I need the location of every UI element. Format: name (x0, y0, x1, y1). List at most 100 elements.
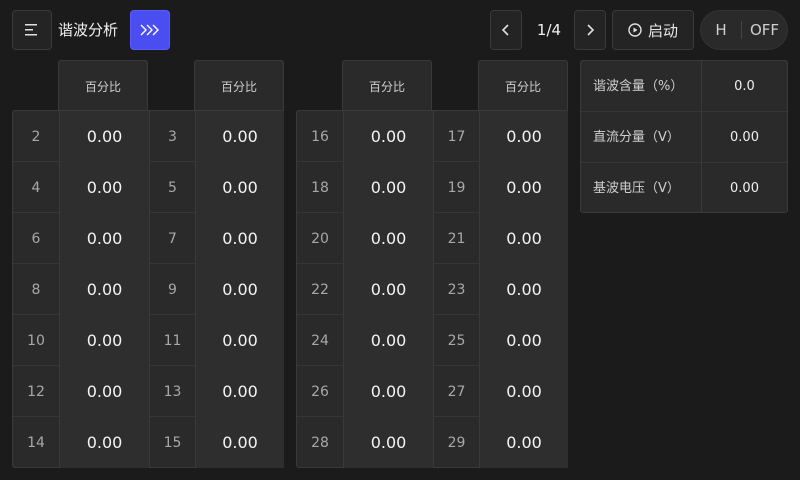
harmonic-percent-value: 0.00 (480, 162, 568, 213)
harmonic-order: 14 (27, 434, 45, 451)
table-row: 8 0.00 9 0.00 (13, 264, 284, 315)
table-row: 14 0.00 15 0.00 (13, 417, 284, 468)
harmonic-percent-value: 0.00 (60, 264, 149, 315)
harmonic-percent-value: 0.00 (480, 417, 568, 468)
summary-row: 谐波含量（%） 0.0 (581, 61, 787, 112)
harmonic-order: 21 (447, 230, 466, 247)
harmonic-order: 16 (311, 128, 329, 145)
table-row: 10 0.00 11 0.00 (13, 315, 284, 366)
harmonic-order: 2 (31, 128, 41, 145)
harmonic-order: 7 (168, 230, 177, 247)
harmonic-percent-value: 0.00 (60, 417, 149, 468)
harmonic-order: 11 (163, 332, 182, 349)
chevron-right-icon (587, 24, 594, 36)
harmonic-percent-value: 0.00 (480, 366, 568, 417)
next-page-button[interactable] (574, 10, 606, 50)
harmonic-order: 6 (31, 230, 41, 247)
harmonic-table-right: 16 0.00 17 0.00 18 0.00 19 0.00 20 0.00 21 0.00 22 0.… (296, 110, 568, 468)
summary-row: 基波电压（V） 0.00 (581, 163, 787, 214)
harmonic-order: 27 (447, 383, 466, 400)
table-row: 24 0.00 25 0.00 (297, 315, 568, 366)
harmonic-percent-value: 0.00 (196, 162, 284, 213)
toggle-right-label: OFF (749, 21, 780, 39)
table-row: 20 0.00 21 0.00 (297, 213, 568, 264)
table-row: 22 0.00 23 0.00 (297, 264, 568, 315)
menu-button[interactable] (12, 10, 52, 50)
page-title: 谐波分析 (58, 21, 119, 39)
h-off-toggle[interactable]: H OFF (700, 10, 788, 50)
column-header-percent: 百分比 (58, 60, 148, 111)
toggle-left-label: H (715, 21, 727, 39)
harmonic-percent-value: 0.00 (60, 111, 149, 162)
table-row: 6 0.00 7 0.00 (13, 213, 284, 264)
harmonic-order: 23 (447, 281, 466, 298)
harmonic-order: 25 (447, 332, 466, 349)
harmonic-order: 19 (447, 179, 466, 196)
harmonic-percent-value: 0.00 (480, 264, 568, 315)
summary-row: 直流分量（V） 0.00 (581, 112, 787, 163)
table-row: 28 0.00 29 0.00 (297, 417, 568, 468)
harmonic-percent-value: 0.00 (344, 264, 433, 315)
harmonic-order: 22 (311, 281, 329, 298)
harmonic-percent-value: 0.00 (344, 315, 433, 366)
summary-value: 0.0 (734, 79, 755, 94)
summary-label: 基波电压（V） (593, 181, 680, 196)
harmonic-percent-value: 0.00 (344, 417, 433, 468)
play-circle-icon (628, 23, 642, 37)
page-indicator: 1/4 (536, 21, 562, 39)
harmonic-order: 17 (447, 128, 466, 145)
harmonic-order: 10 (27, 332, 45, 349)
harmonic-order: 29 (447, 434, 466, 451)
harmonic-percent-value: 0.00 (196, 366, 284, 417)
harmonic-percent-value: 0.00 (196, 417, 284, 468)
harmonic-order: 12 (27, 383, 45, 400)
table-row: 26 0.00 27 0.00 (297, 366, 568, 417)
menu-icon (25, 24, 37, 36)
harmonic-order: 13 (163, 383, 182, 400)
harmonic-order: 20 (311, 230, 329, 247)
harmonic-order: 24 (311, 332, 329, 349)
prev-page-button[interactable] (490, 10, 522, 50)
harmonic-percent-value: 0.00 (196, 264, 284, 315)
summary-label: 谐波含量（%） (593, 79, 684, 94)
harmonic-percent-value: 0.00 (344, 162, 433, 213)
triple-chevron-right-icon (140, 24, 159, 36)
harmonic-order: 15 (163, 434, 182, 451)
harmonic-percent-value: 0.00 (480, 213, 568, 264)
harmonic-percent-value: 0.00 (344, 366, 433, 417)
harmonic-order: 26 (311, 383, 329, 400)
table-row: 4 0.00 5 0.00 (13, 162, 284, 213)
start-label: 启动 (647, 21, 678, 40)
harmonic-order: 8 (31, 281, 41, 298)
harmonic-percent-value: 0.00 (344, 111, 433, 162)
harmonic-order: 5 (168, 179, 177, 196)
table-row: 18 0.00 19 0.00 (297, 162, 568, 213)
harmonic-percent-value: 0.00 (196, 111, 284, 162)
summary-value: 0.00 (730, 130, 759, 145)
chevron-left-icon (502, 24, 509, 36)
table-row: 12 0.00 13 0.00 (13, 366, 284, 417)
harmonic-percent-value: 0.00 (480, 315, 568, 366)
table-row: 16 0.00 17 0.00 (297, 111, 568, 162)
column-header-percent: 百分比 (342, 60, 432, 111)
column-header-percent: 百分比 (194, 60, 284, 111)
column-header-percent: 百分比 (478, 60, 568, 111)
harmonic-percent-value: 0.00 (60, 213, 149, 264)
harmonic-percent-value: 0.00 (196, 315, 284, 366)
summary-value: 0.00 (730, 181, 759, 196)
forward-button[interactable] (130, 10, 170, 50)
harmonic-order: 18 (311, 179, 329, 196)
summary-label: 直流分量（V） (593, 130, 680, 145)
start-button[interactable]: 启动 (612, 10, 694, 50)
harmonic-order: 28 (311, 434, 329, 451)
table-row: 2 0.00 3 0.00 (13, 111, 284, 162)
harmonic-table-left: 2 0.00 3 0.00 4 0.00 5 0.00 6 0.00 7 0.00 8 0.00 9 0.00… (12, 110, 284, 468)
harmonic-percent-value: 0.00 (480, 111, 568, 162)
harmonic-order: 9 (168, 281, 177, 298)
harmonic-percent-value: 0.00 (344, 213, 433, 264)
harmonic-order: 3 (168, 128, 177, 145)
harmonic-percent-value: 0.00 (60, 366, 149, 417)
summary-panel: 谐波含量（%） 0.0 直流分量（V） 0.00 基波电压（V） 0.00 (580, 60, 788, 213)
harmonic-percent-value: 0.00 (196, 213, 284, 264)
harmonic-percent-value: 0.00 (60, 162, 149, 213)
